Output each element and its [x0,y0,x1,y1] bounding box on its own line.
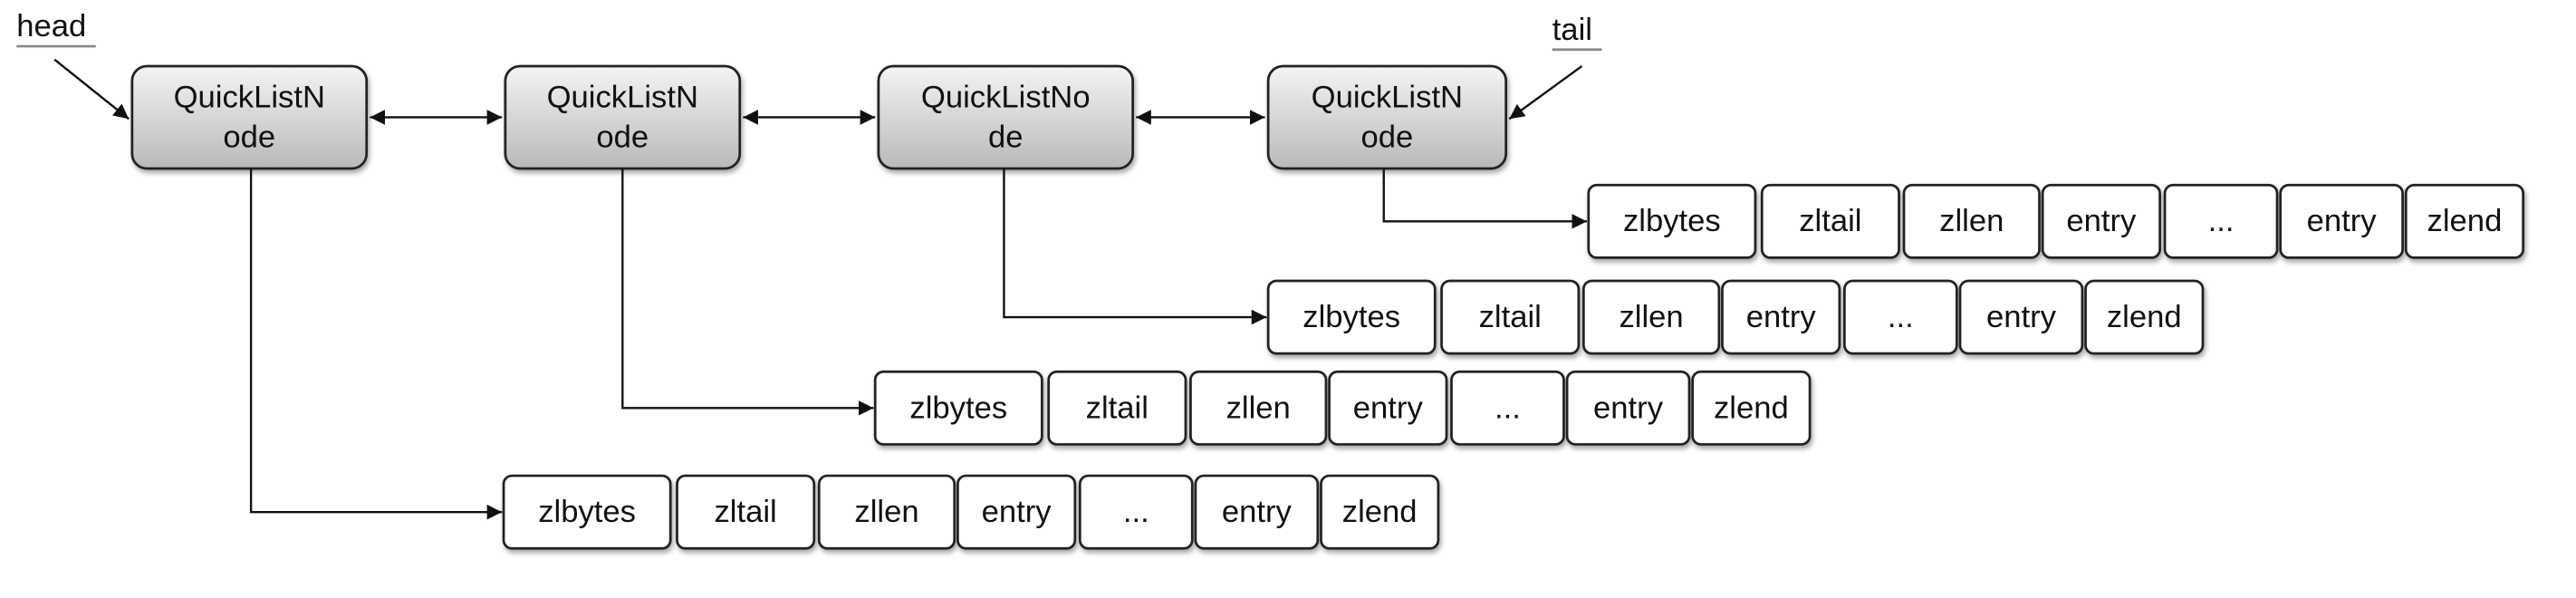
quicklist-node: QuickListN ode [504,64,742,170]
quicklist-diagram: head tail QuickListNodezlbytes zltail zlle… [16,9,2525,550]
ziplist: zlbytes zltail zllen entry... entry zlend [1266,279,2205,355]
ziplist-cell-label: ... [1123,495,1149,529]
node-label: ode [1360,120,1413,154]
head-arrow [53,58,130,121]
quicklist-node: QuickListN ode [1266,64,1508,170]
ziplist-cell-label: zltail [1086,391,1149,425]
ziplist-cell-label: entry [2307,204,2378,238]
node-label: QuickListNo [921,81,1091,115]
node-label: ode [223,120,275,154]
node-label: ode [596,120,649,154]
ziplist-cell-label: ... [1495,391,1521,425]
quicklist-node: QuickListN ode [130,64,369,170]
ziplist-pointer-arrow [1382,168,1587,229]
node-label: QuickListN [547,81,698,115]
quicklist-node: QuickListNo de [877,64,1134,170]
ziplist: zlbytes zltail zllen entry... entry zlend [502,474,1440,550]
ziplist-cell-label: zltail [714,495,776,529]
ziplist-cell-label: zlend [2427,204,2503,238]
ziplist-cell-label: entry [1746,300,1817,334]
node-label: QuickListN [1312,81,1463,115]
ziplist-cell-label: zlbytes [538,495,636,529]
node-label: de [988,120,1024,154]
ziplist-cell-label: entry [1593,391,1664,425]
ziplist: zlbytes zltail zllen entry... entry zlend [873,370,1812,446]
ziplist-pointer-arrow [1003,168,1267,325]
ziplist-cell-label: zlbytes [1623,204,1721,238]
ziplist-cell-label: zlend [2107,300,2182,334]
tail-arrow [1508,64,1583,121]
ziplist-cell-label: zlbytes [909,391,1007,425]
ziplist-cell-label: zllen [854,495,918,529]
ziplist-cell-label: zllen [1619,300,1683,334]
ziplist-pointer-arrow [249,168,503,520]
ziplist-cell-label: zlend [1714,391,1789,425]
ziplist-cell-label: entry [1986,300,2057,334]
ziplist-cell-label: zltail [1479,300,1542,334]
ziplist-cell-label: zlbytes [1302,300,1400,334]
ziplist: zlbytes zltail zllen entry... entry zlend [1587,183,2525,259]
ziplist-pointer-arrow [621,168,874,416]
ziplist-cell-label: entry [1353,391,1424,425]
ziplist-cell-label: ... [1888,300,1914,334]
ziplist-cell-label: zlend [1342,495,1418,529]
ziplist-cell-label: entry [1222,495,1293,529]
head-label: head [16,9,86,43]
ziplist-cell-label: zltail [1799,204,1861,238]
ziplist-cell-label: entry [2066,204,2137,238]
ziplist-cell-label: zllen [1226,391,1291,425]
ziplist-cell-label: zllen [1939,204,2004,238]
ziplist-cell-label: ... [2208,204,2235,238]
ziplist-cell-label: entry [982,495,1053,529]
tail-label: tail [1552,13,1592,47]
node-label: QuickListN [174,81,325,115]
